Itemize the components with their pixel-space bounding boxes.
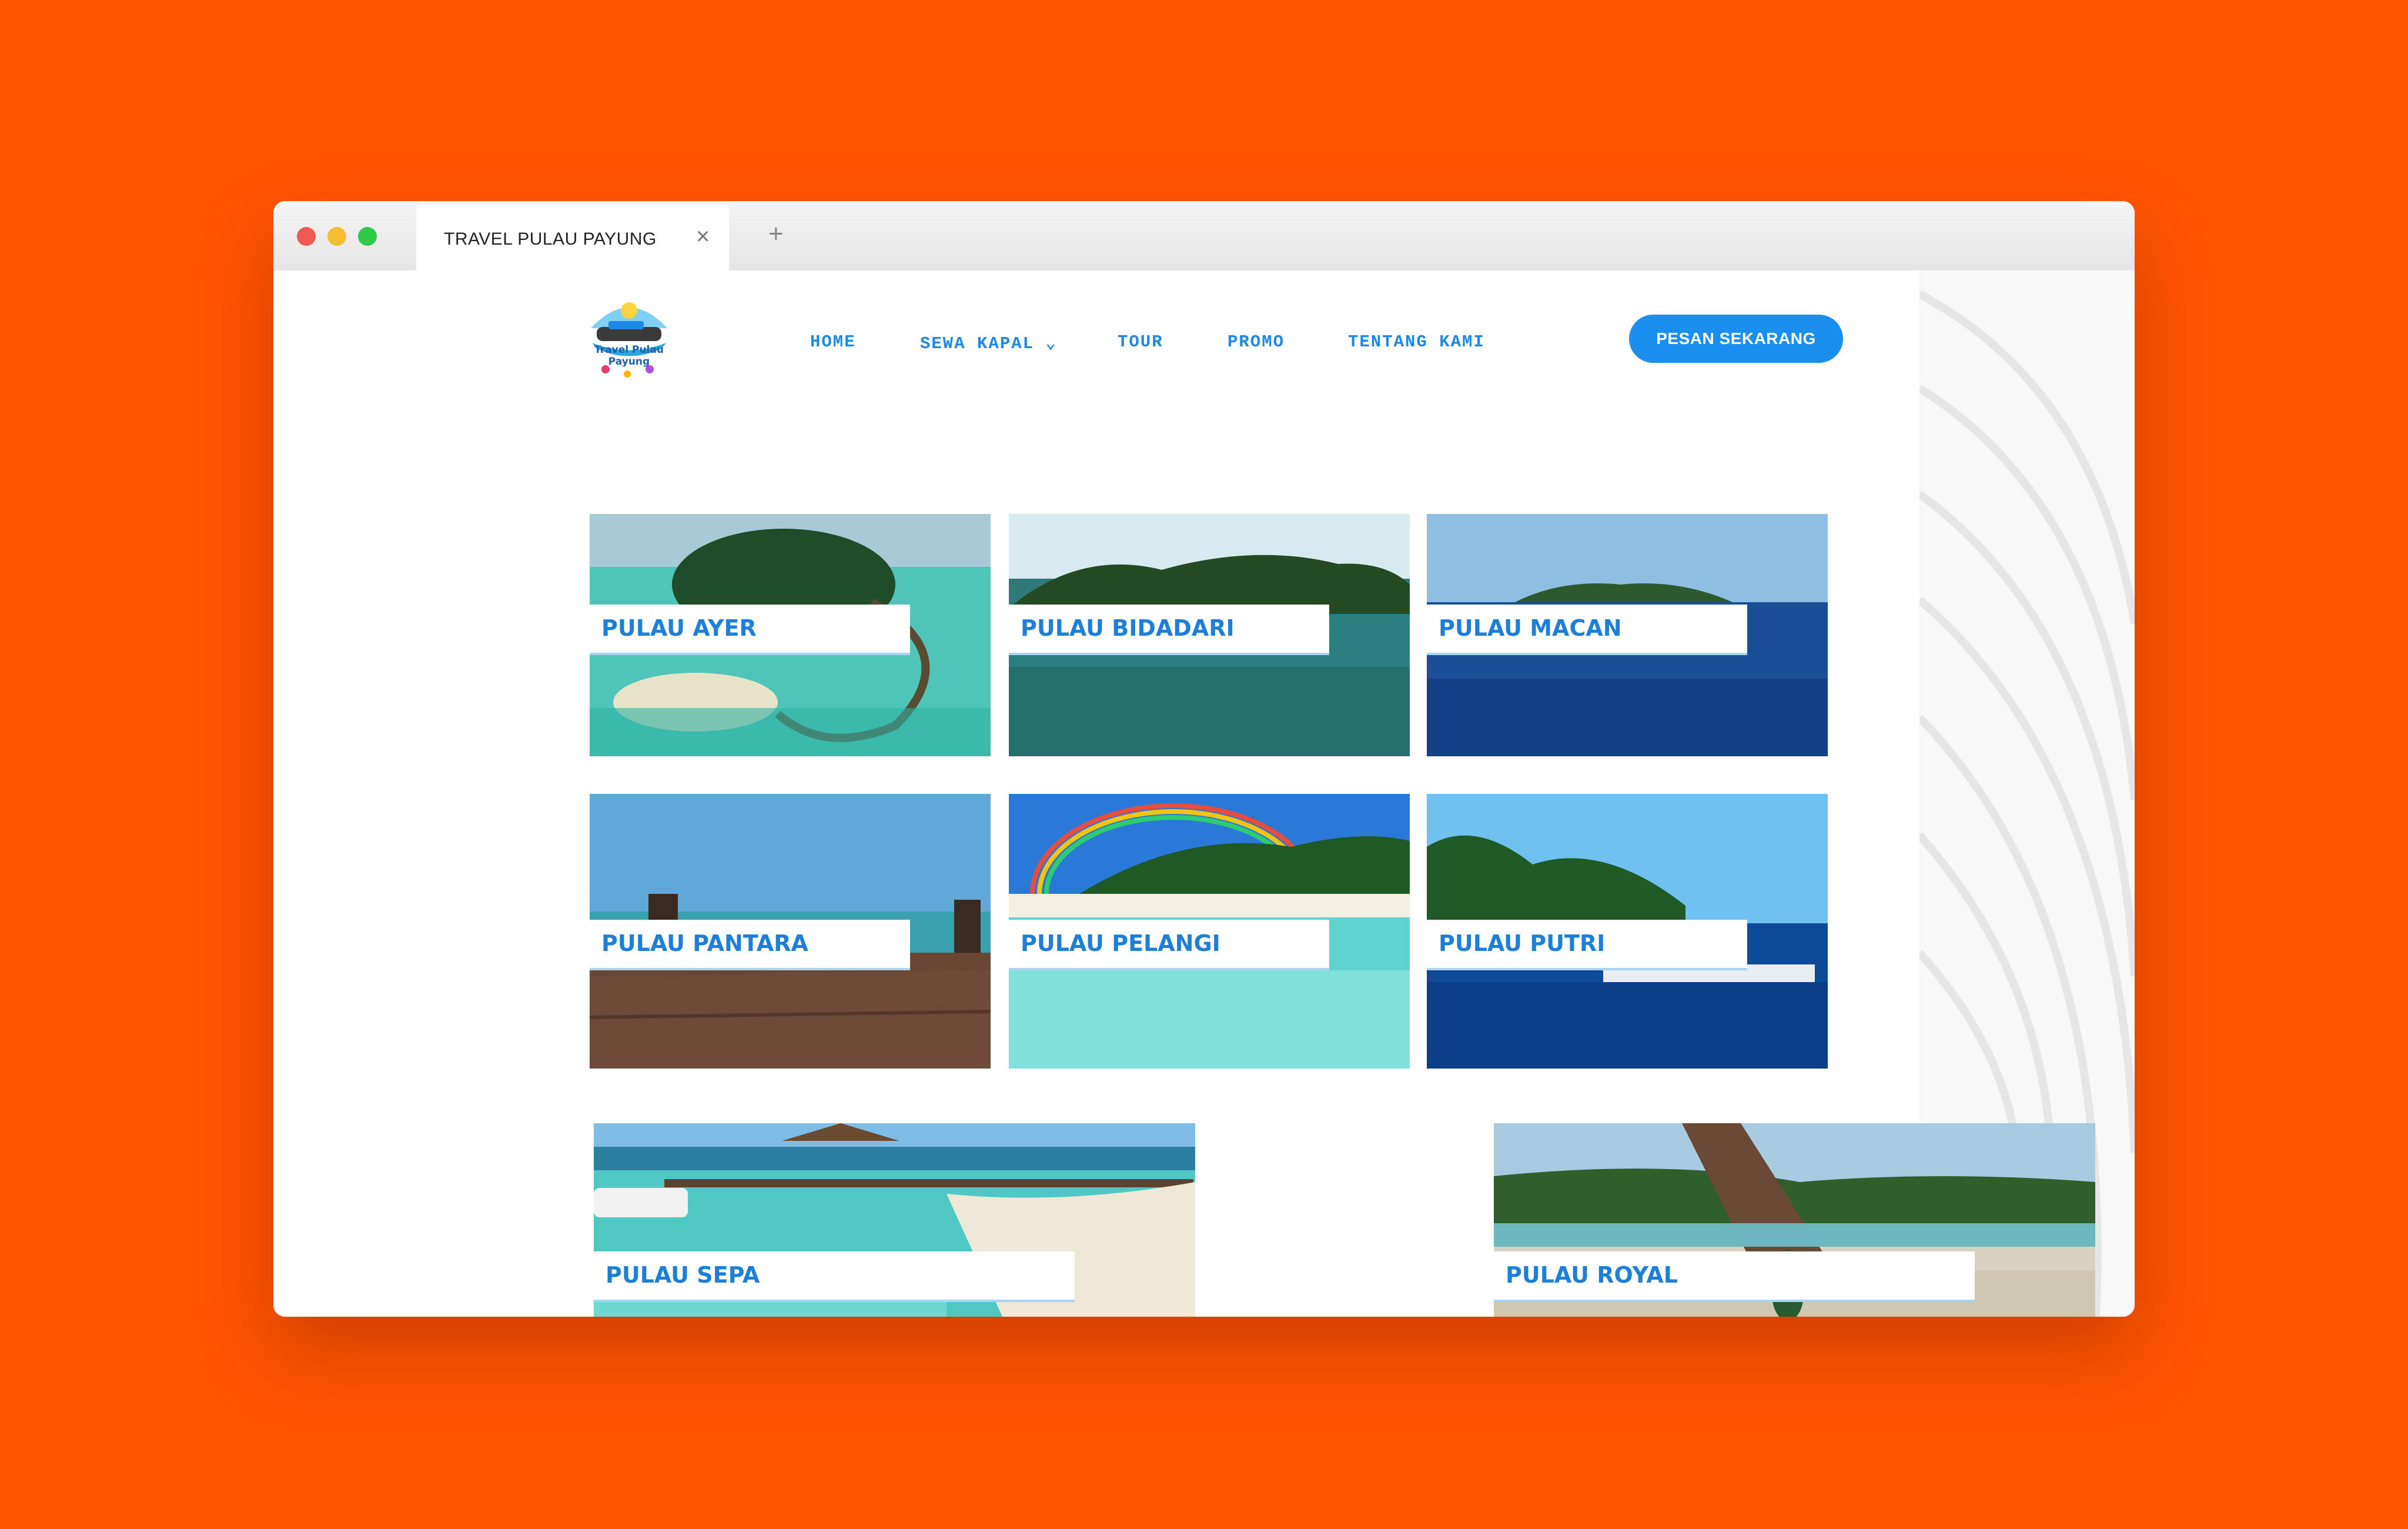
- site-logo[interactable]: Travel Pulau Payung: [585, 293, 673, 381]
- island-card-bidadari[interactable]: PULAU BIDADARI: [1009, 514, 1410, 756]
- island-name: PULAU PELANGI: [1021, 930, 1220, 956]
- browser-tab[interactable]: TRAVEL PULAU PAYUNG ×: [416, 205, 729, 272]
- island-label: PULAU SEPA: [594, 1251, 1075, 1302]
- maximize-window-button[interactable]: [358, 227, 377, 246]
- island-label: PULAU PUTRI: [1427, 920, 1747, 970]
- island-card-putri[interactable]: PULAU PUTRI: [1427, 794, 1828, 1069]
- island-name: PULAU AYER: [601, 615, 757, 641]
- nav-promo[interactable]: PROMO: [1228, 332, 1285, 352]
- logo-text-line2: Payung: [608, 356, 650, 368]
- island-name: PULAU PUTRI: [1439, 930, 1606, 956]
- island-name: PULAU MACAN: [1439, 615, 1622, 641]
- book-now-button[interactable]: PESAN SEKARANG: [1629, 315, 1843, 363]
- island-label: PULAU BIDADARI: [1009, 605, 1329, 655]
- island-card-pelangi[interactable]: PULAU PELANGI: [1009, 794, 1410, 1069]
- new-tab-icon[interactable]: +: [768, 221, 784, 247]
- island-name: PULAU ROYAL: [1506, 1262, 1678, 1288]
- island-label: PULAU PANTARA: [590, 920, 910, 970]
- island-card-pantara[interactable]: PULAU PANTARA: [590, 794, 991, 1069]
- logo-text-line1: Travel Pulau: [594, 344, 664, 356]
- nav-sewa-kapal[interactable]: SEWA KAPAL ⌄: [920, 332, 1057, 353]
- nav-tour[interactable]: TOUR: [1118, 332, 1163, 352]
- browser-toolbar: TRAVEL PULAU PAYUNG × +: [273, 201, 2135, 272]
- close-window-button[interactable]: [297, 227, 316, 246]
- minimize-window-button[interactable]: [327, 227, 346, 246]
- nav-home[interactable]: HOME: [810, 332, 856, 352]
- island-label: PULAU ROYAL: [1494, 1251, 1975, 1302]
- page-viewport: Travel Pulau Payung HOME SEWA KAPAL ⌄ TO…: [273, 271, 2135, 1317]
- browser-window: TRAVEL PULAU PAYUNG × + Travel Pulau Pay…: [273, 201, 2135, 1317]
- island-label: PULAU MACAN: [1427, 605, 1747, 655]
- island-card-ayer[interactable]: PULAU AYER: [590, 514, 991, 756]
- island-name: PULAU BIDADARI: [1021, 615, 1235, 641]
- island-label: PULAU AYER: [590, 605, 910, 655]
- island-card-macan[interactable]: PULAU MACAN: [1427, 514, 1828, 756]
- nav-tentang-kami[interactable]: TENTANG KAMI: [1348, 332, 1485, 352]
- island-card-royal[interactable]: PULAU ROYAL: [1494, 1123, 2095, 1317]
- island-name: PULAU SEPA: [606, 1262, 760, 1288]
- close-tab-icon[interactable]: ×: [696, 225, 710, 248]
- island-label: PULAU PELANGI: [1009, 920, 1329, 970]
- island-name: PULAU PANTARA: [601, 930, 808, 956]
- tab-title: TRAVEL PULAU PAYUNG: [444, 229, 657, 249]
- island-card-sepa[interactable]: PULAU SEPA: [594, 1123, 1195, 1317]
